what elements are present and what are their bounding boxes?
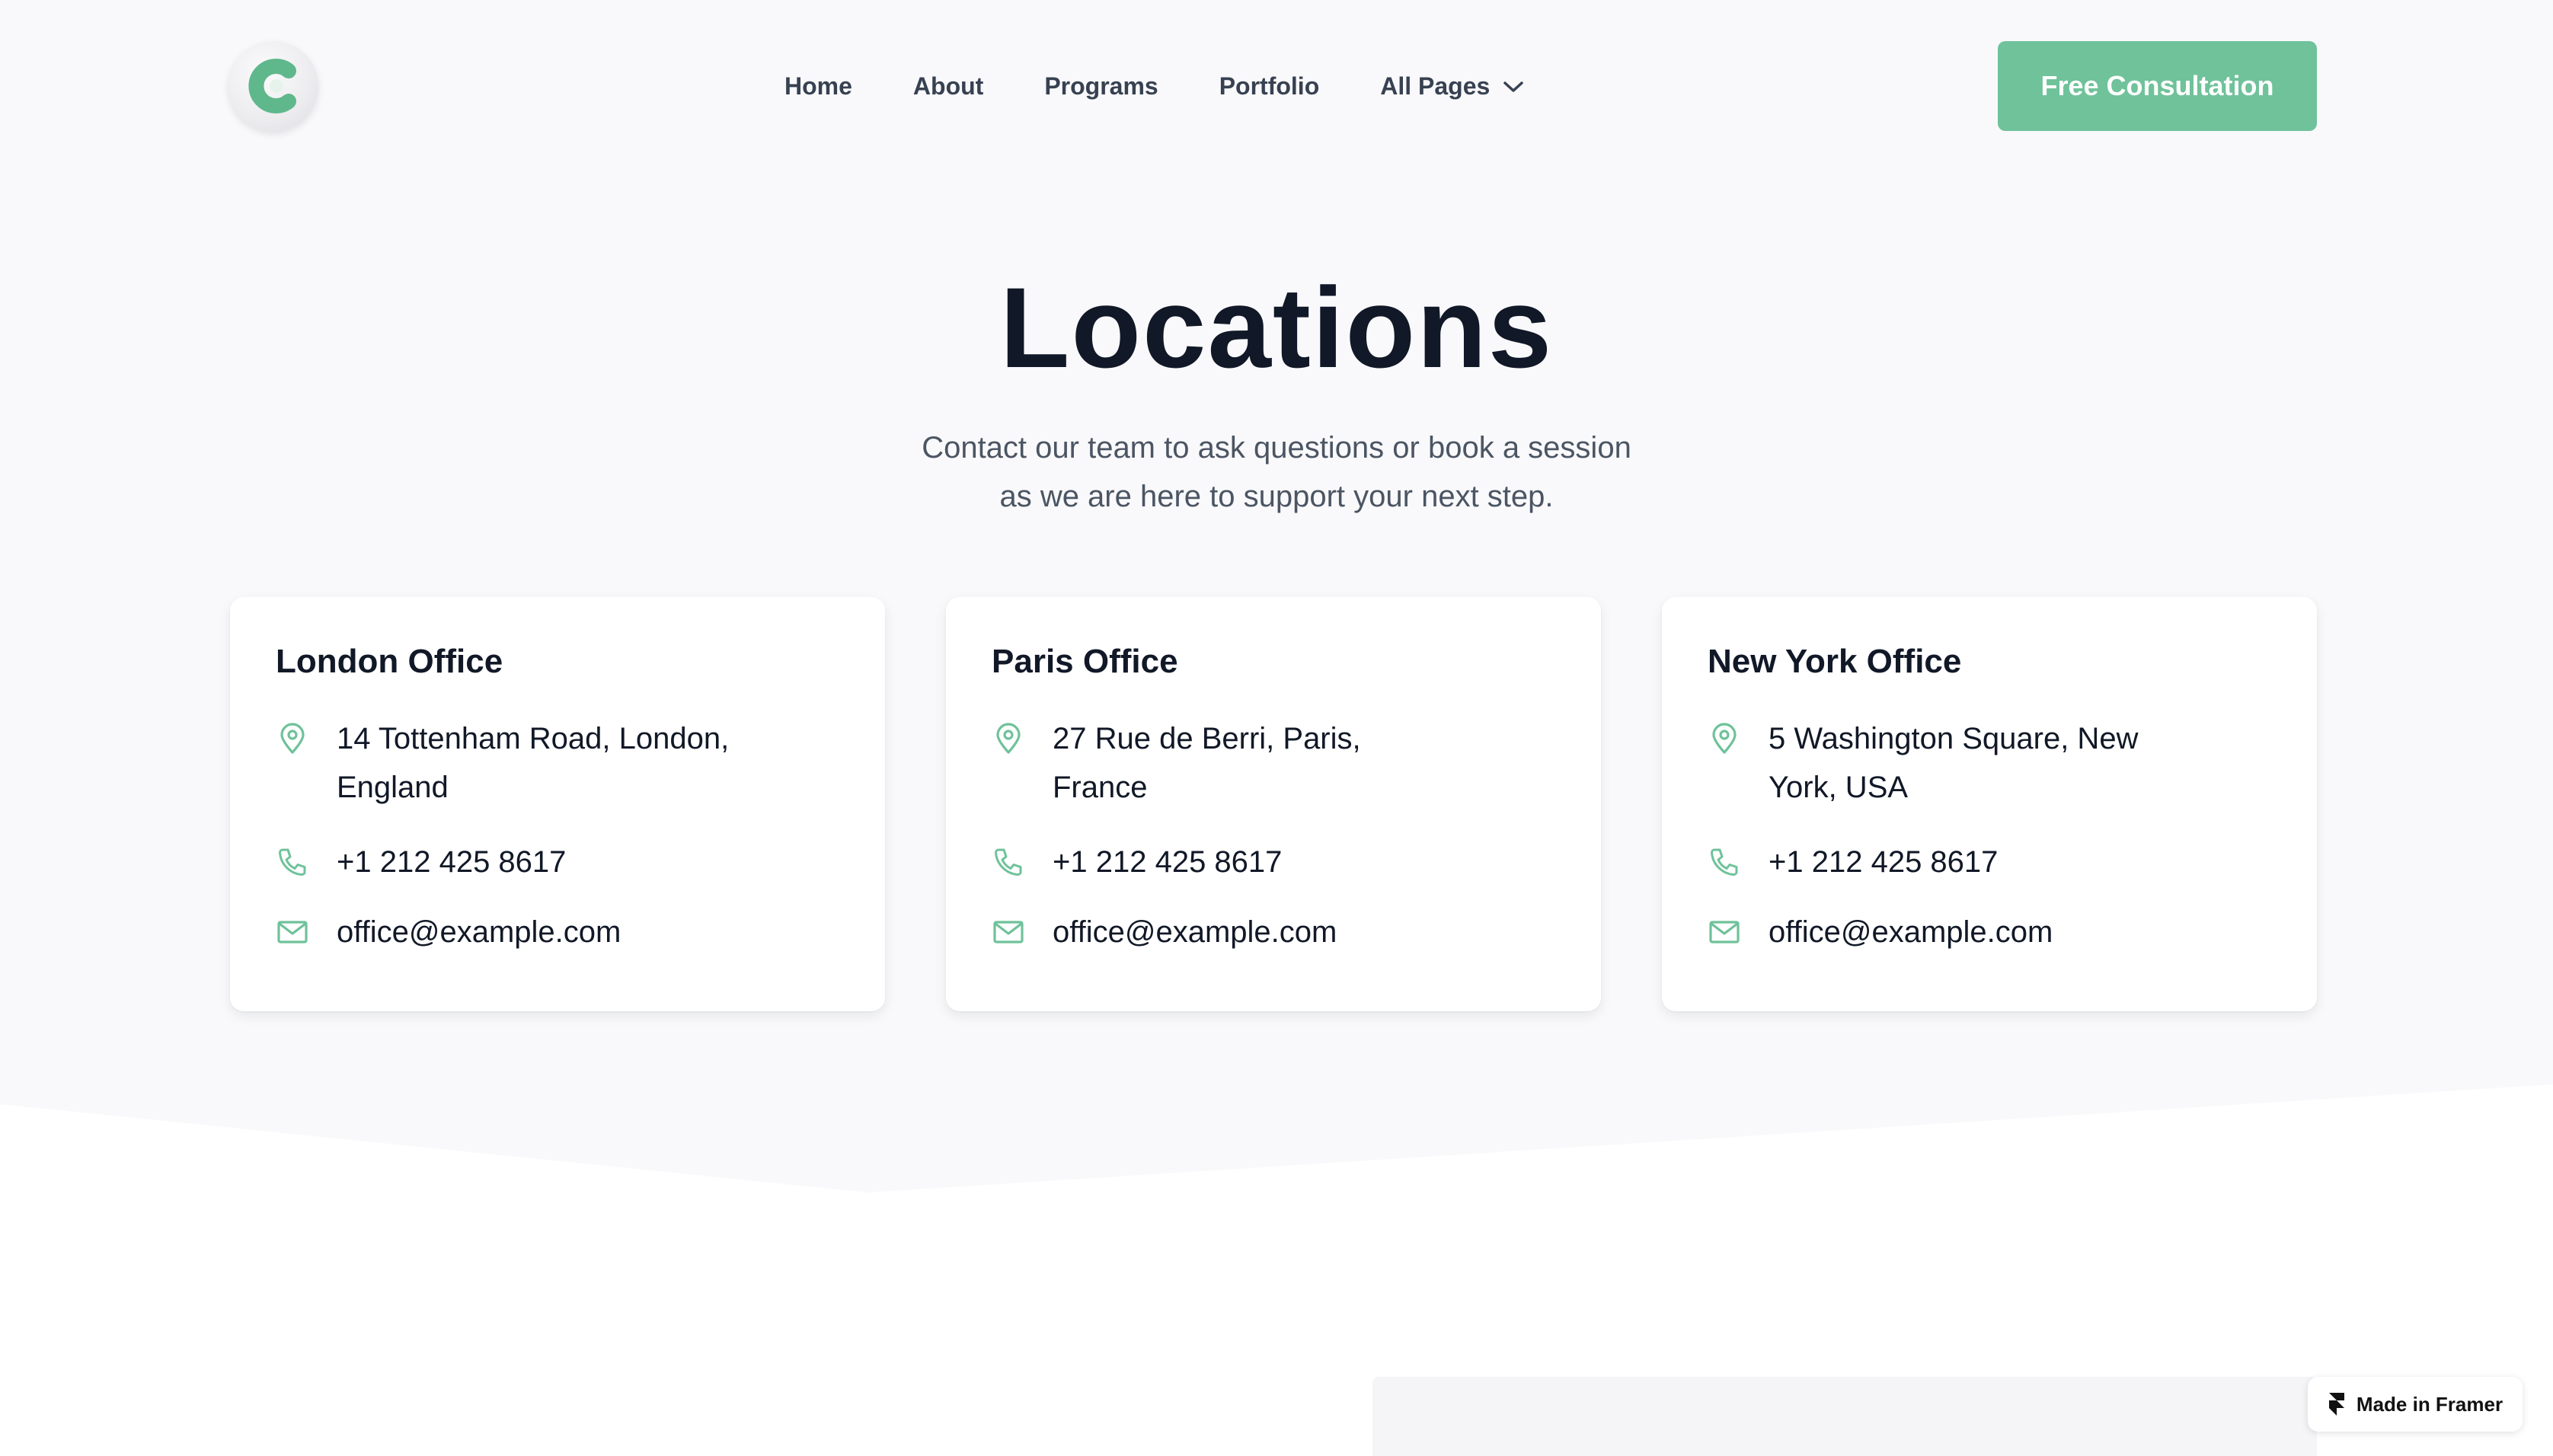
mail-icon	[277, 921, 308, 944]
address-line-1: 5 Washington Square, New	[1769, 722, 2139, 755]
nav-portfolio[interactable]: Portfolio	[1219, 72, 1320, 101]
nav-programs-label: Programs	[1044, 72, 1158, 100]
map-pin-icon	[280, 723, 305, 754]
email-address: office@example.com	[337, 915, 621, 949]
nav-all-pages-dropdown[interactable]: All Pages	[1380, 72, 1525, 101]
map-pin-icon	[996, 723, 1021, 754]
email-address: office@example.com	[1053, 915, 1337, 949]
office-email[interactable]: office@example.com	[1708, 915, 2241, 956]
nav-all-pages-label: All Pages	[1380, 72, 1491, 100]
framer-logo-icon	[2328, 1393, 2344, 1416]
office-name: Paris Office	[992, 643, 1178, 680]
subtitle-line-2: as we are here to support your next step…	[999, 480, 1554, 513]
free-consultation-button[interactable]: Free Consultation	[1998, 41, 2317, 131]
address-line-2: York, USA	[1769, 771, 1909, 804]
page-title: Locations	[999, 263, 1554, 391]
free-consultation-label: Free Consultation	[2040, 70, 2274, 101]
office-name: London Office	[276, 643, 503, 680]
office-card-london: London Office 14 Tottenham Road, London,…	[230, 597, 885, 1011]
nav-programs[interactable]: Programs	[1044, 72, 1158, 101]
mail-icon	[993, 921, 1024, 944]
mail-icon	[1709, 921, 1740, 944]
phone-number: +1 212 425 8617	[337, 845, 567, 879]
nav-about-label: About	[912, 72, 984, 100]
office-phone[interactable]: +1 212 425 8617	[992, 845, 1525, 886]
phone-icon	[279, 848, 306, 876]
office-address: 5 Washington Square, New York, USA	[1708, 722, 2241, 812]
phone-icon	[995, 848, 1022, 876]
nav-portfolio-label: Portfolio	[1219, 72, 1320, 100]
office-address: 14 Tottenham Road, London, England	[276, 722, 809, 812]
phone-number: +1 212 425 8617	[1769, 845, 1999, 879]
address-line-1: 27 Rue de Berri, Paris,	[1053, 722, 1361, 755]
address-line-2: France	[1053, 771, 1148, 804]
office-phone[interactable]: +1 212 425 8617	[1708, 845, 2241, 886]
office-address: 27 Rue de Berri, Paris, France	[992, 722, 1525, 812]
made-in-framer-label: Made in Framer	[2356, 1392, 2503, 1416]
image-panel	[1372, 1377, 2317, 1456]
map-pin-icon	[1712, 723, 1737, 754]
logo-mark-icon	[248, 59, 296, 113]
office-card-paris: Paris Office 27 Rue de Berri, Paris, Fra…	[946, 597, 1601, 1011]
subtitle-line-1: Contact our team to ask questions or boo…	[922, 431, 1631, 465]
chevron-down-icon	[1502, 72, 1525, 101]
made-in-framer-badge[interactable]: Made in Framer	[2308, 1377, 2523, 1432]
nav-home[interactable]: Home	[784, 72, 852, 101]
office-name: New York Office	[1708, 643, 1962, 680]
office-card-new-york: New York Office 5 Washington Square, New…	[1662, 597, 2317, 1011]
office-email[interactable]: office@example.com	[276, 915, 809, 956]
phone-number: +1 212 425 8617	[1053, 845, 1283, 879]
office-email[interactable]: office@example.com	[992, 915, 1525, 956]
phone-icon	[1711, 848, 1738, 876]
site-header: Home About Programs Portfolio All Pages …	[0, 0, 2553, 172]
logo[interactable]	[228, 41, 318, 131]
address-line-2: England	[337, 771, 449, 804]
office-phone[interactable]: +1 212 425 8617	[276, 845, 809, 886]
nav-about[interactable]: About	[913, 72, 983, 101]
nav-home-label: Home	[784, 72, 852, 100]
main-nav: Home About Programs Portfolio All Pages	[784, 69, 1525, 104]
email-address: office@example.com	[1769, 915, 2053, 949]
address-line-1: 14 Tottenham Road, London,	[337, 722, 730, 755]
page-subtitle: Contact our team to ask questions or boo…	[820, 423, 1733, 521]
